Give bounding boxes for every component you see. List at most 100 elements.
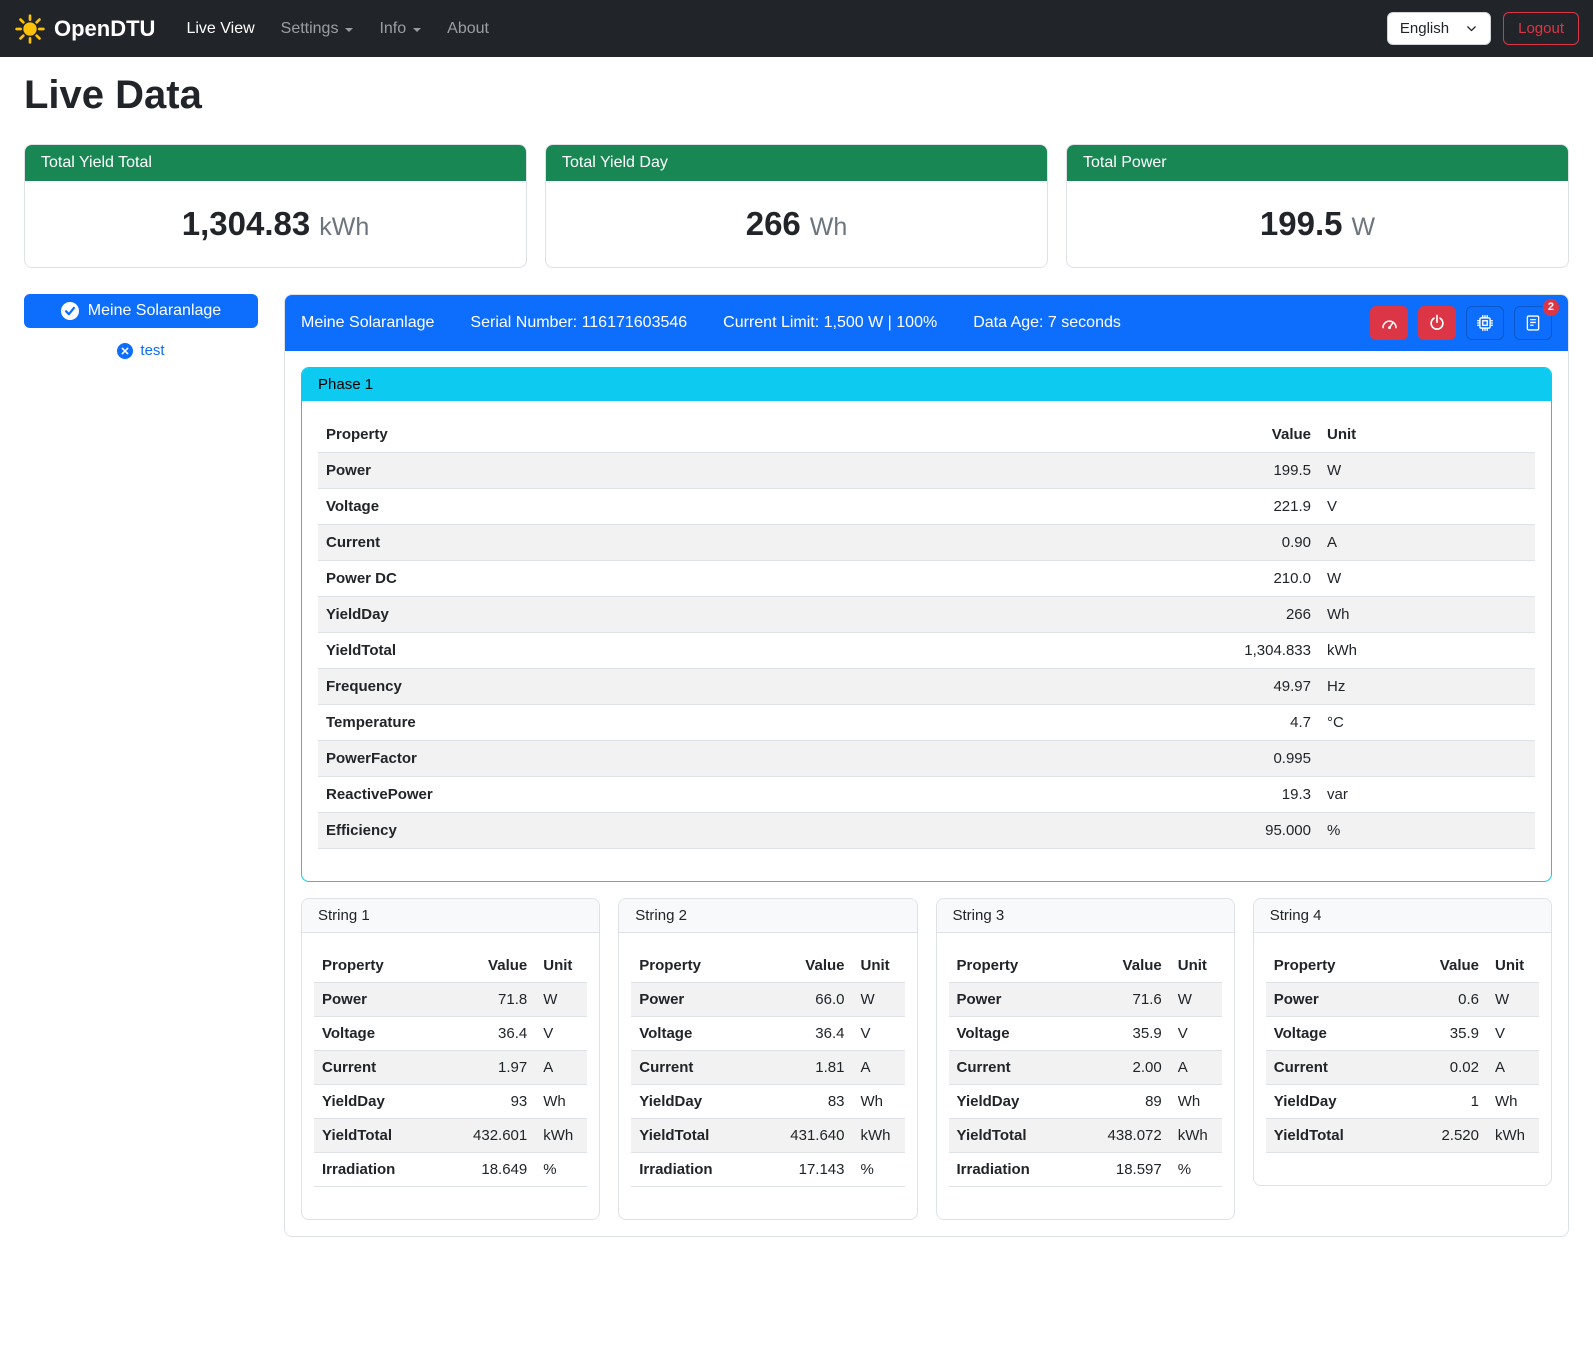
table-row: Power71.6W bbox=[949, 983, 1222, 1017]
card-body: 199.5 W bbox=[1067, 181, 1568, 267]
inverter-panel-body: Phase 1 Property Value Unit Power199.5WV… bbox=[285, 351, 1568, 1236]
inverter-panel: Meine Solaranlage Serial Number: 1161716… bbox=[284, 294, 1569, 1237]
nav-item-label: Info bbox=[379, 20, 406, 38]
string-card-body: PropertyValueUnitPower0.6WVoltage35.9VCu… bbox=[1254, 933, 1551, 1185]
property-cell: Current bbox=[631, 1051, 755, 1085]
language-value: English bbox=[1400, 20, 1449, 37]
value-cell: 2.520 bbox=[1401, 1119, 1488, 1153]
current-limit: Current Limit: 1,500 W | 100% bbox=[723, 314, 937, 332]
table-header-row: PropertyValueUnit bbox=[631, 949, 904, 983]
property-cell: Temperature bbox=[318, 705, 916, 741]
device-info-button[interactable] bbox=[1466, 306, 1504, 340]
table-row: Irradiation18.649% bbox=[314, 1153, 587, 1187]
x-circle-icon bbox=[117, 343, 133, 359]
property-cell: Voltage bbox=[1266, 1017, 1401, 1051]
limit-settings-button[interactable] bbox=[1370, 306, 1408, 340]
property-cell: Power bbox=[1266, 983, 1401, 1017]
table-row: YieldTotal1,304.833kWh bbox=[318, 633, 1535, 669]
brand[interactable]: OpenDTU bbox=[14, 13, 155, 45]
table-row: Current1.97A bbox=[314, 1051, 587, 1085]
table-row: YieldTotal438.072kWh bbox=[949, 1119, 1222, 1153]
language-select[interactable]: English bbox=[1387, 12, 1491, 45]
property-cell: YieldDay bbox=[1266, 1085, 1401, 1119]
string-card-title: String 2 bbox=[619, 899, 916, 933]
unit-cell: Hz bbox=[1319, 669, 1535, 705]
value-cell: 18.597 bbox=[1072, 1153, 1169, 1187]
column-header-unit: Unit bbox=[853, 949, 905, 983]
table-row: Irradiation18.597% bbox=[949, 1153, 1222, 1187]
brand-label: OpenDTU bbox=[54, 16, 155, 42]
logout-button[interactable]: Logout bbox=[1503, 12, 1579, 45]
column-header-property: Property bbox=[1266, 949, 1401, 983]
unit-cell: V bbox=[535, 1017, 587, 1051]
value-cell: 431.640 bbox=[755, 1119, 852, 1153]
table-row: YieldDay1Wh bbox=[1266, 1085, 1539, 1119]
sidebar-item-test[interactable]: test bbox=[24, 341, 258, 360]
sidebar-item-inverter[interactable]: Meine Solaranlage bbox=[24, 294, 258, 328]
string-card-body: PropertyValueUnitPower71.6WVoltage35.9VC… bbox=[937, 933, 1234, 1219]
unit-cell: Wh bbox=[1170, 1085, 1222, 1119]
value-cell: 35.9 bbox=[1401, 1017, 1488, 1051]
value-cell: 83 bbox=[755, 1085, 852, 1119]
sun-icon bbox=[14, 13, 46, 45]
column-header-property: Property bbox=[949, 949, 1073, 983]
value-cell: 4.7 bbox=[916, 705, 1319, 741]
string-card-4: String 4PropertyValueUnitPower0.6WVoltag… bbox=[1253, 898, 1552, 1186]
nav-item-label: Live View bbox=[186, 20, 254, 38]
unit-cell: kWh bbox=[1487, 1119, 1539, 1153]
property-cell: YieldDay bbox=[631, 1085, 755, 1119]
nav-item-info[interactable]: Info bbox=[366, 12, 434, 46]
property-cell: YieldDay bbox=[314, 1085, 438, 1119]
unit-cell: kWh bbox=[1170, 1119, 1222, 1153]
unit-cell: °C bbox=[1319, 705, 1535, 741]
phase-card: Phase 1 Property Value Unit Power199.5WV… bbox=[301, 367, 1552, 882]
nav-item-settings[interactable]: Settings bbox=[268, 12, 367, 46]
unit-cell: Wh bbox=[1487, 1085, 1539, 1119]
value-cell: 71.8 bbox=[438, 983, 535, 1017]
nav-item-about[interactable]: About bbox=[434, 12, 502, 46]
unit-cell: % bbox=[535, 1153, 587, 1187]
string-table-body: Power71.8WVoltage36.4VCurrent1.97AYieldD… bbox=[314, 983, 587, 1187]
property-cell: ReactivePower bbox=[318, 777, 916, 813]
journal-icon bbox=[1524, 314, 1542, 332]
nav-item-live-view[interactable]: Live View bbox=[173, 12, 267, 46]
unit-cell: % bbox=[1170, 1153, 1222, 1187]
power-button[interactable] bbox=[1418, 306, 1456, 340]
table-header-row: PropertyValueUnit bbox=[1266, 949, 1539, 983]
unit-cell: kWh bbox=[1319, 633, 1535, 669]
string-card-title: String 3 bbox=[937, 899, 1234, 933]
value-cell: 19.3 bbox=[916, 777, 1319, 813]
card-value: 199.5 bbox=[1260, 205, 1343, 243]
property-cell: Irradiation bbox=[949, 1153, 1073, 1187]
property-cell: Efficiency bbox=[318, 813, 916, 849]
value-cell: 210.0 bbox=[916, 561, 1319, 597]
property-cell: Power bbox=[631, 983, 755, 1017]
table-row: Efficiency95.000% bbox=[318, 813, 1535, 849]
table-row: Power0.6W bbox=[1266, 983, 1539, 1017]
chevron-down-icon bbox=[413, 28, 421, 32]
unit-cell: W bbox=[1319, 561, 1535, 597]
unit-cell: Wh bbox=[535, 1085, 587, 1119]
table-row: YieldDay266Wh bbox=[318, 597, 1535, 633]
event-log-button[interactable]: 2 bbox=[1514, 306, 1552, 340]
unit-cell: % bbox=[1319, 813, 1535, 849]
string-card-body: PropertyValueUnitPower71.8WVoltage36.4VC… bbox=[302, 933, 599, 1219]
table-row: YieldTotal2.520kWh bbox=[1266, 1119, 1539, 1153]
property-cell: Irradiation bbox=[314, 1153, 438, 1187]
value-cell: 36.4 bbox=[438, 1017, 535, 1051]
property-cell: YieldTotal bbox=[631, 1119, 755, 1153]
string-table-body: Power71.6WVoltage35.9VCurrent2.00AYieldD… bbox=[949, 983, 1222, 1187]
cpu-icon bbox=[1476, 314, 1494, 332]
column-header-unit: Unit bbox=[535, 949, 587, 983]
table-row: Current0.02A bbox=[1266, 1051, 1539, 1085]
total-yield-day-card: Total Yield Day 266 Wh bbox=[545, 144, 1048, 268]
unit-cell: W bbox=[1319, 453, 1535, 489]
table-row: Power199.5W bbox=[318, 453, 1535, 489]
property-cell: YieldTotal bbox=[318, 633, 916, 669]
table-row: YieldDay83Wh bbox=[631, 1085, 904, 1119]
value-cell: 89 bbox=[1072, 1085, 1169, 1119]
card-body: 266 Wh bbox=[546, 181, 1047, 267]
unit-cell bbox=[1319, 741, 1535, 777]
value-cell: 0.6 bbox=[1401, 983, 1488, 1017]
column-header-value: Value bbox=[1401, 949, 1488, 983]
